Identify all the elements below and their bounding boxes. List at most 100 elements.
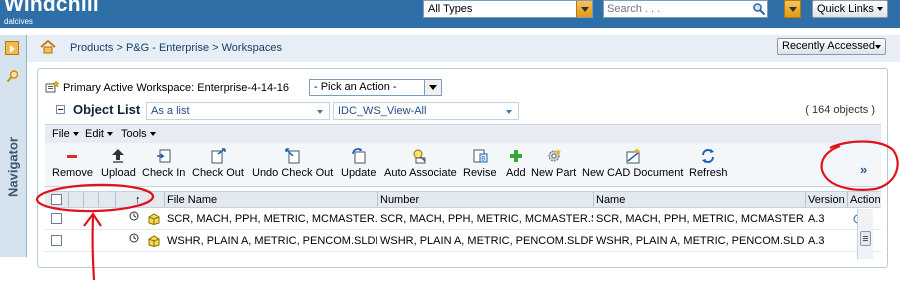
- pick-action-value: - Pick an Action -: [314, 81, 397, 93]
- cell-name: WSHR, PLAIN A, METRIC, PENCOM.SLDPRT: [596, 235, 805, 247]
- search-input[interactable]: [604, 1, 744, 16]
- view-mode-select[interactable]: As a list: [146, 102, 330, 120]
- top-header: Windchill dalcives All Types Quick Links: [0, 0, 900, 28]
- cell-version: A.3: [808, 235, 825, 247]
- search-icon[interactable]: [6, 69, 20, 83]
- column-divider: [847, 192, 848, 207]
- column-header-action[interactable]: Action: [850, 194, 880, 206]
- cell-file-name[interactable]: SCR, MACH, PPH, METRIC, MCMASTER.SLDPRT: [167, 213, 377, 225]
- navigator-tab[interactable]: Navigator: [1, 127, 25, 207]
- table-view-select[interactable]: IDC_WS_View-All: [333, 102, 519, 120]
- object-count: ( 164 objects ): [805, 104, 875, 116]
- collapse-icon[interactable]: [56, 105, 65, 114]
- breadcrumb[interactable]: Products > P&G - Enterprise > Workspaces: [70, 42, 282, 54]
- column-divider: [115, 192, 116, 207]
- check-in-button[interactable]: Check In: [142, 148, 185, 179]
- refresh-icon: [702, 149, 715, 163]
- svg-text:B: B: [481, 156, 485, 163]
- table-row[interactable]: SCR, MACH, PPH, METRIC, MCMASTER.SLDPRT …: [45, 209, 881, 230]
- check-out-icon: [211, 148, 226, 164]
- workspace-icon: [45, 80, 60, 93]
- row-checkbox[interactable]: [51, 235, 62, 246]
- undo-check-out-label: Undo Check Out: [252, 167, 334, 179]
- home-icon[interactable]: [40, 40, 56, 54]
- new-cad-document-icon: [626, 148, 640, 164]
- column-divider: [593, 192, 594, 207]
- workspace-title: Primary Active Workspace: Enterprise-4-1…: [63, 82, 289, 94]
- clock-icon: [129, 233, 139, 243]
- select-all-checkbox[interactable]: [51, 194, 62, 205]
- revise-label: Revise: [463, 167, 497, 179]
- update-icon: [351, 148, 366, 164]
- search-box: [603, 0, 768, 18]
- view-mode-value: As a list: [151, 105, 190, 117]
- remove-button[interactable]: Remove: [52, 148, 93, 179]
- column-divider: [68, 192, 69, 207]
- auto-associate-icon: [413, 149, 426, 164]
- new-cad-document-button[interactable]: New CAD Document: [582, 148, 683, 179]
- column-divider: [805, 192, 806, 207]
- check-in-icon: [156, 149, 171, 163]
- vertical-scrollbar[interactable]: [857, 209, 873, 259]
- column-divider: [83, 192, 84, 207]
- part-icon: [148, 235, 160, 247]
- search-options-chevron-icon[interactable]: [784, 0, 801, 18]
- undo-check-out-icon: [284, 148, 300, 164]
- more-actions-button[interactable]: »: [860, 162, 867, 177]
- sort-indicator[interactable]: ↑: [135, 194, 141, 206]
- new-part-button[interactable]: New Part: [531, 148, 576, 179]
- caret-down-icon: [506, 110, 512, 114]
- menu-bar: File Edit Tools: [45, 124, 881, 143]
- row-checkbox[interactable]: [51, 213, 62, 224]
- quick-links-button[interactable]: Quick Links: [812, 0, 888, 18]
- auto-associate-button[interactable]: Auto Associate: [384, 148, 457, 179]
- update-label: Update: [341, 167, 377, 179]
- cell-version: A.3: [808, 213, 825, 225]
- workspace-panel: Primary Active Workspace: Enterprise-4-1…: [37, 68, 888, 268]
- expand-navigator-icon[interactable]: [5, 41, 19, 55]
- revise-button[interactable]: B Revise: [463, 148, 497, 179]
- chevron-down-icon[interactable]: [424, 80, 441, 95]
- upload-icon: [112, 149, 125, 163]
- menu-edit-label: Edit: [85, 128, 104, 140]
- recently-accessed-button[interactable]: Recently Accessed: [777, 38, 886, 55]
- search-icon[interactable]: [752, 2, 766, 16]
- object-list-title: Object List: [73, 102, 141, 117]
- add-icon: [509, 150, 522, 162]
- column-header-number[interactable]: Number: [380, 194, 419, 206]
- menu-edit[interactable]: Edit: [85, 128, 113, 140]
- add-button[interactable]: Add: [506, 148, 526, 179]
- check-out-button[interactable]: Check Out: [192, 148, 244, 179]
- menu-file[interactable]: File: [52, 128, 79, 140]
- check-out-label: Check Out: [192, 167, 244, 179]
- caret-down-icon: [72, 132, 79, 137]
- type-filter-value: All Types: [428, 3, 473, 15]
- column-header-version[interactable]: Version: [808, 194, 845, 206]
- upload-button[interactable]: Upload: [101, 148, 136, 179]
- column-header-name[interactable]: Name: [596, 194, 625, 206]
- cell-number: SCR, MACH, PPH, METRIC, MCMASTER.SLDPRT: [380, 213, 593, 225]
- menu-tools[interactable]: Tools: [121, 128, 156, 140]
- column-divider: [164, 192, 165, 207]
- refresh-button[interactable]: Refresh: [689, 148, 728, 179]
- update-button[interactable]: Update: [341, 148, 376, 179]
- pick-action-select[interactable]: - Pick an Action -: [309, 79, 442, 96]
- column-divider: [377, 192, 378, 207]
- remove-icon: [67, 155, 78, 158]
- check-in-label: Check In: [142, 167, 186, 179]
- add-label: Add: [506, 167, 526, 179]
- cell-file-name[interactable]: WSHR, PLAIN A, METRIC, PENCOM.SLDPRT: [167, 235, 377, 247]
- chevron-down-icon[interactable]: [576, 1, 592, 17]
- revise-icon: B: [473, 149, 488, 163]
- column-header-file-name[interactable]: File Name: [167, 194, 217, 206]
- clock-icon: [129, 211, 139, 221]
- app-brand: Windchill: [4, 0, 99, 16]
- cell-number: WSHR, PLAIN A, METRIC, PENCOM.SLDPRT: [380, 235, 593, 247]
- table-row[interactable]: WSHR, PLAIN A, METRIC, PENCOM.SLDPRT WSH…: [45, 231, 881, 252]
- undo-check-out-button[interactable]: Undo Check Out: [252, 148, 333, 179]
- table-header: ↑ File Name Number Name Version Action: [45, 191, 881, 208]
- type-filter-select[interactable]: All Types: [423, 0, 593, 18]
- scrollbar-thumb[interactable]: [860, 231, 871, 246]
- new-cad-document-label: New CAD Document: [582, 167, 684, 179]
- navigator-label: Navigator: [5, 137, 21, 197]
